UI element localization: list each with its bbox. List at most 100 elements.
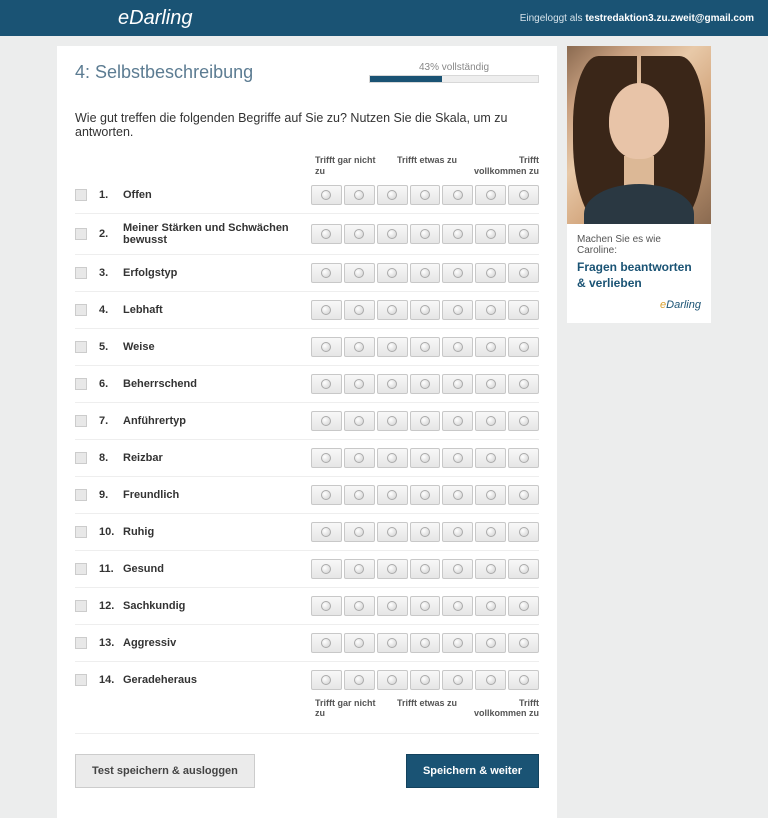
- rating-option[interactable]: [475, 337, 506, 357]
- sidebar-promo[interactable]: Machen Sie es wie Caroline: Fragen beant…: [567, 46, 711, 323]
- rating-option[interactable]: [442, 559, 473, 579]
- rating-option[interactable]: [508, 411, 539, 431]
- rating-option[interactable]: [508, 300, 539, 320]
- save-logout-button[interactable]: Test speichern & ausloggen: [75, 754, 255, 788]
- rating-option[interactable]: [344, 559, 375, 579]
- rating-option[interactable]: [377, 670, 408, 690]
- rating-option[interactable]: [344, 485, 375, 505]
- rating-option[interactable]: [442, 300, 473, 320]
- rating-option[interactable]: [344, 337, 375, 357]
- rating-option[interactable]: [377, 633, 408, 653]
- rating-option[interactable]: [508, 374, 539, 394]
- rating-option[interactable]: [344, 224, 375, 244]
- rating-option[interactable]: [410, 411, 441, 431]
- rating-option[interactable]: [410, 374, 441, 394]
- rating-option[interactable]: [377, 374, 408, 394]
- rating-option[interactable]: [377, 224, 408, 244]
- rating-option[interactable]: [311, 448, 342, 468]
- rating-option[interactable]: [475, 448, 506, 468]
- rating-option[interactable]: [508, 224, 539, 244]
- rating-option[interactable]: [344, 670, 375, 690]
- rating-option[interactable]: [377, 596, 408, 616]
- rating-option[interactable]: [442, 670, 473, 690]
- rating-option[interactable]: [410, 300, 441, 320]
- rating-option[interactable]: [475, 300, 506, 320]
- rating-option[interactable]: [475, 485, 506, 505]
- rating-option[interactable]: [377, 411, 408, 431]
- rating-option[interactable]: [377, 300, 408, 320]
- rating-option[interactable]: [311, 185, 342, 205]
- rating-option[interactable]: [410, 263, 441, 283]
- rating-option[interactable]: [410, 596, 441, 616]
- rating-option[interactable]: [344, 411, 375, 431]
- rating-option[interactable]: [508, 596, 539, 616]
- rating-option[interactable]: [410, 633, 441, 653]
- rating-option[interactable]: [508, 185, 539, 205]
- rating-option[interactable]: [410, 559, 441, 579]
- rating-option[interactable]: [475, 185, 506, 205]
- rating-option[interactable]: [442, 448, 473, 468]
- rating-option[interactable]: [377, 337, 408, 357]
- rating-option[interactable]: [377, 522, 408, 542]
- rating-option[interactable]: [475, 596, 506, 616]
- rating-option[interactable]: [410, 448, 441, 468]
- rating-option[interactable]: [508, 670, 539, 690]
- rating-option[interactable]: [442, 633, 473, 653]
- rating-option[interactable]: [442, 263, 473, 283]
- rating-option[interactable]: [344, 522, 375, 542]
- rating-option[interactable]: [344, 448, 375, 468]
- rating-option[interactable]: [508, 337, 539, 357]
- rating-option[interactable]: [311, 411, 342, 431]
- rating-option[interactable]: [311, 300, 342, 320]
- rating-option[interactable]: [311, 485, 342, 505]
- rating-option[interactable]: [442, 185, 473, 205]
- rating-option[interactable]: [344, 633, 375, 653]
- rating-option[interactable]: [442, 411, 473, 431]
- rating-option[interactable]: [475, 633, 506, 653]
- rating-option[interactable]: [508, 559, 539, 579]
- rating-option[interactable]: [377, 485, 408, 505]
- rating-option[interactable]: [311, 596, 342, 616]
- rating-option[interactable]: [508, 485, 539, 505]
- rating-option[interactable]: [442, 224, 473, 244]
- rating-option[interactable]: [475, 263, 506, 283]
- rating-option[interactable]: [442, 522, 473, 542]
- rating-option[interactable]: [508, 448, 539, 468]
- rating-option[interactable]: [311, 633, 342, 653]
- rating-option[interactable]: [442, 485, 473, 505]
- rating-option[interactable]: [410, 522, 441, 542]
- rating-option[interactable]: [508, 522, 539, 542]
- rating-option[interactable]: [311, 263, 342, 283]
- rating-option[interactable]: [377, 263, 408, 283]
- rating-option[interactable]: [410, 670, 441, 690]
- rating-option[interactable]: [508, 633, 539, 653]
- rating-option[interactable]: [377, 185, 408, 205]
- rating-option[interactable]: [311, 559, 342, 579]
- rating-option[interactable]: [377, 559, 408, 579]
- rating-option[interactable]: [311, 337, 342, 357]
- rating-option[interactable]: [475, 224, 506, 244]
- rating-option[interactable]: [311, 522, 342, 542]
- rating-option[interactable]: [475, 411, 506, 431]
- rating-option[interactable]: [442, 596, 473, 616]
- rating-option[interactable]: [475, 670, 506, 690]
- rating-option[interactable]: [475, 374, 506, 394]
- rating-option[interactable]: [475, 522, 506, 542]
- rating-option[interactable]: [508, 263, 539, 283]
- rating-option[interactable]: [344, 185, 375, 205]
- rating-option[interactable]: [311, 224, 342, 244]
- rating-option[interactable]: [311, 374, 342, 394]
- rating-option[interactable]: [475, 559, 506, 579]
- rating-option[interactable]: [344, 596, 375, 616]
- rating-option[interactable]: [377, 448, 408, 468]
- rating-option[interactable]: [442, 374, 473, 394]
- rating-option[interactable]: [311, 670, 342, 690]
- rating-option[interactable]: [410, 185, 441, 205]
- rating-option[interactable]: [344, 300, 375, 320]
- rating-option[interactable]: [344, 374, 375, 394]
- rating-option[interactable]: [410, 337, 441, 357]
- rating-option[interactable]: [410, 224, 441, 244]
- rating-option[interactable]: [344, 263, 375, 283]
- rating-option[interactable]: [410, 485, 441, 505]
- save-next-button[interactable]: Speichern & weiter: [406, 754, 539, 788]
